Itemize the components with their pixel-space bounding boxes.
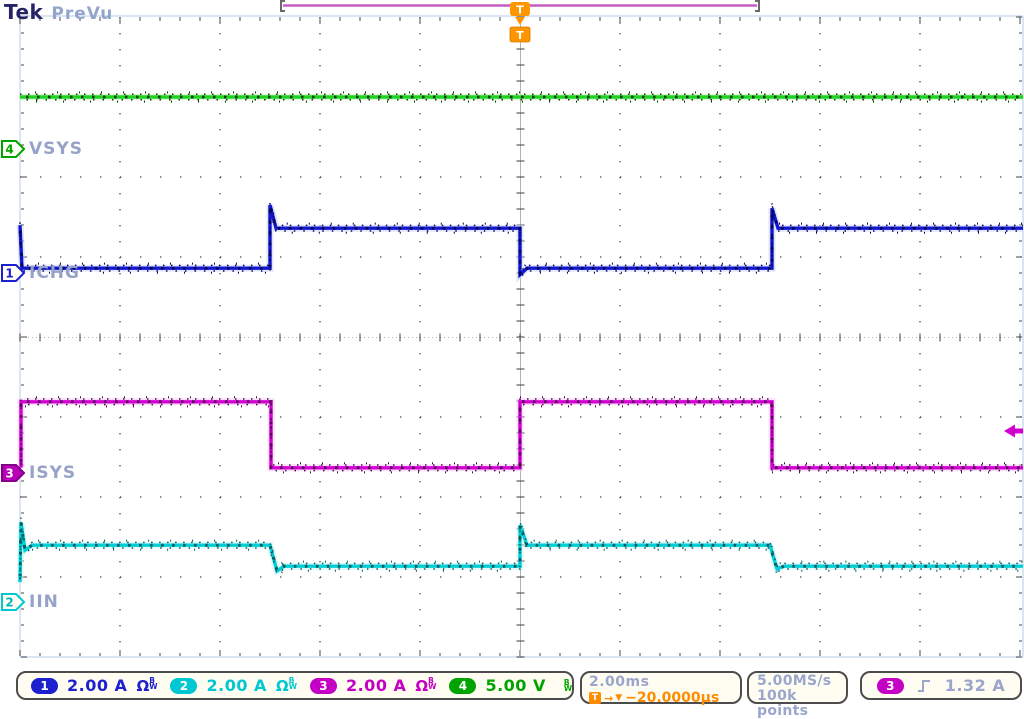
rising-edge-icon: [917, 678, 932, 694]
svg-text:4: 4: [5, 143, 13, 157]
oscilloscope-screen: TT Tek PreVu 4 VSYS 1 ICHG 3 ISYS 2 IIN: [0, 0, 1024, 715]
sample-rate: 5.00MS/s: [757, 674, 838, 689]
readout-bar: 1 2.00 A ΩBW 2 2.00 A ΩBW 3 2.00 A ΩBW 4…: [0, 671, 1024, 707]
channel-scale-readouts[interactable]: 1 2.00 A ΩBW 2 2.00 A ΩBW 3 2.00 A ΩBW 4…: [16, 671, 574, 700]
header: Tek PreVu: [4, 0, 113, 24]
triangle-down-icon: ▼: [615, 693, 622, 703]
trace-IIN: [20, 522, 1023, 582]
arrow-right-icon: →: [604, 692, 612, 705]
trigger-flag-pointer: [515, 17, 525, 25]
trigger-box-label: T: [516, 29, 524, 42]
channel-1-badge-icon[interactable]: 1: [1, 263, 26, 283]
ch2-readout[interactable]: 2 2.00 A ΩBW: [157, 676, 296, 695]
ch1-coupling-impedance: ΩBW: [136, 677, 157, 695]
channel-4-label: VSYS: [29, 139, 83, 159]
ch3-number-badge: 3: [310, 678, 337, 694]
trigger-position-readout: T → ▼ −20.0000µs: [589, 690, 733, 706]
ch3-coupling-impedance: ΩBW: [415, 677, 436, 695]
ch1-number-badge: 1: [31, 678, 58, 694]
acquisition-readout[interactable]: 5.00MS/s 100k points: [747, 671, 848, 704]
tek-logo: Tek: [4, 0, 43, 24]
timebase-readout[interactable]: 2.00ms T → ▼ −20.0000µs: [580, 671, 742, 704]
ch2-bandwidth-icon: BW: [289, 678, 297, 691]
channel-3-marker[interactable]: 3 ISYS: [1, 463, 76, 483]
ch1-scale-value: 2.00 A: [67, 676, 127, 695]
trigger-t-icon: T: [589, 692, 601, 704]
channel-1-label: ICHG: [29, 263, 80, 283]
channel-3-badge-icon[interactable]: 3: [1, 463, 26, 483]
trigger-level-value: 1.32 A: [945, 676, 1005, 695]
ch4-scale-value: 5.00 V: [485, 676, 545, 695]
trigger-position-value: −20.0000µs: [625, 690, 719, 706]
trigger-flag-label: T: [516, 4, 524, 17]
trace-halo-ISYS: [21, 402, 1023, 468]
ch2-coupling-impedance: ΩBW: [276, 677, 297, 695]
channel-2-label: IIN: [29, 592, 59, 612]
ch3-scale-value: 2.00 A: [346, 676, 406, 695]
channel-4-marker[interactable]: 4 VSYS: [1, 139, 83, 159]
acquisition-mode-label: PreVu: [51, 4, 113, 24]
trigger-level-arrow-icon[interactable]: [1004, 425, 1023, 438]
ch3-bandwidth-icon: BW: [428, 678, 436, 691]
channel-1-marker[interactable]: 1 ICHG: [1, 263, 80, 283]
svg-text:2: 2: [5, 596, 13, 610]
channel-2-marker[interactable]: 2 IIN: [1, 592, 59, 612]
svg-text:1: 1: [5, 267, 13, 281]
channel-4-badge-icon[interactable]: 4: [1, 139, 26, 159]
ch2-number-badge: 2: [170, 678, 197, 694]
ch1-readout[interactable]: 1 2.00 A ΩBW: [18, 676, 157, 695]
channel-2-badge-icon[interactable]: 2: [1, 592, 26, 612]
ch4-readout[interactable]: 4 5.00 V BW: [436, 676, 580, 695]
trigger-source-badge: 3: [877, 678, 904, 694]
trigger-readout[interactable]: 3 1.32 A: [860, 671, 1022, 700]
timebase-scale: 2.00ms: [589, 674, 733, 690]
channel-3-label: ISYS: [29, 463, 76, 483]
waveform-plot: TT: [0, 0, 1024, 665]
ch3-readout[interactable]: 3 2.00 A ΩBW: [297, 676, 436, 695]
ch4-number-badge: 4: [449, 678, 476, 694]
ch2-scale-value: 2.00 A: [206, 676, 266, 695]
ch4-bandwidth-icon: BW: [564, 679, 572, 693]
ch1-bandwidth-icon: BW: [149, 678, 157, 691]
svg-text:3: 3: [5, 467, 13, 481]
